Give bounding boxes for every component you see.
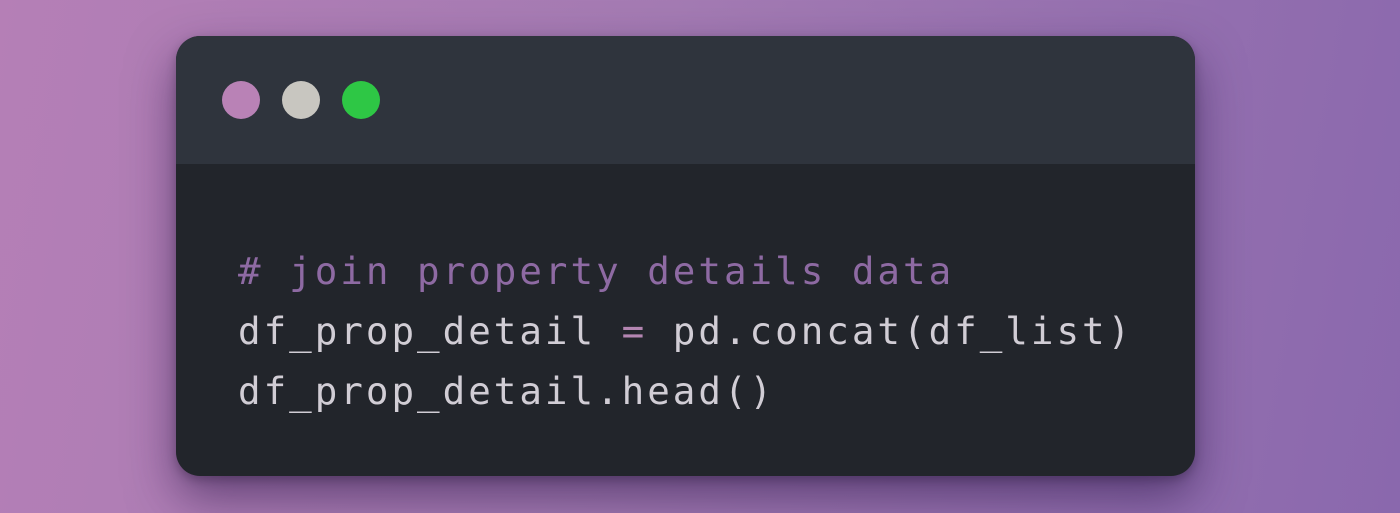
code-block: # join property details data df_prop_deta… xyxy=(238,241,1133,421)
assignment-operator: = xyxy=(621,309,648,353)
window-titlebar xyxy=(176,36,1195,164)
close-window-button[interactable] xyxy=(222,81,260,119)
code-comment-line: # join property details data xyxy=(238,249,955,293)
code-line-head: df_prop_detail.head() xyxy=(238,369,776,413)
code-line-concat-rhs: pd.concat(df_list) xyxy=(647,309,1134,353)
zoom-window-button[interactable] xyxy=(342,81,380,119)
code-window: # join property details data df_prop_deta… xyxy=(176,36,1195,476)
minimize-window-button[interactable] xyxy=(282,81,320,119)
code-line-concat-lhs: df_prop_detail xyxy=(238,309,622,353)
code-line-concat: df_prop_detail = pd.concat(df_list) xyxy=(238,301,1133,361)
